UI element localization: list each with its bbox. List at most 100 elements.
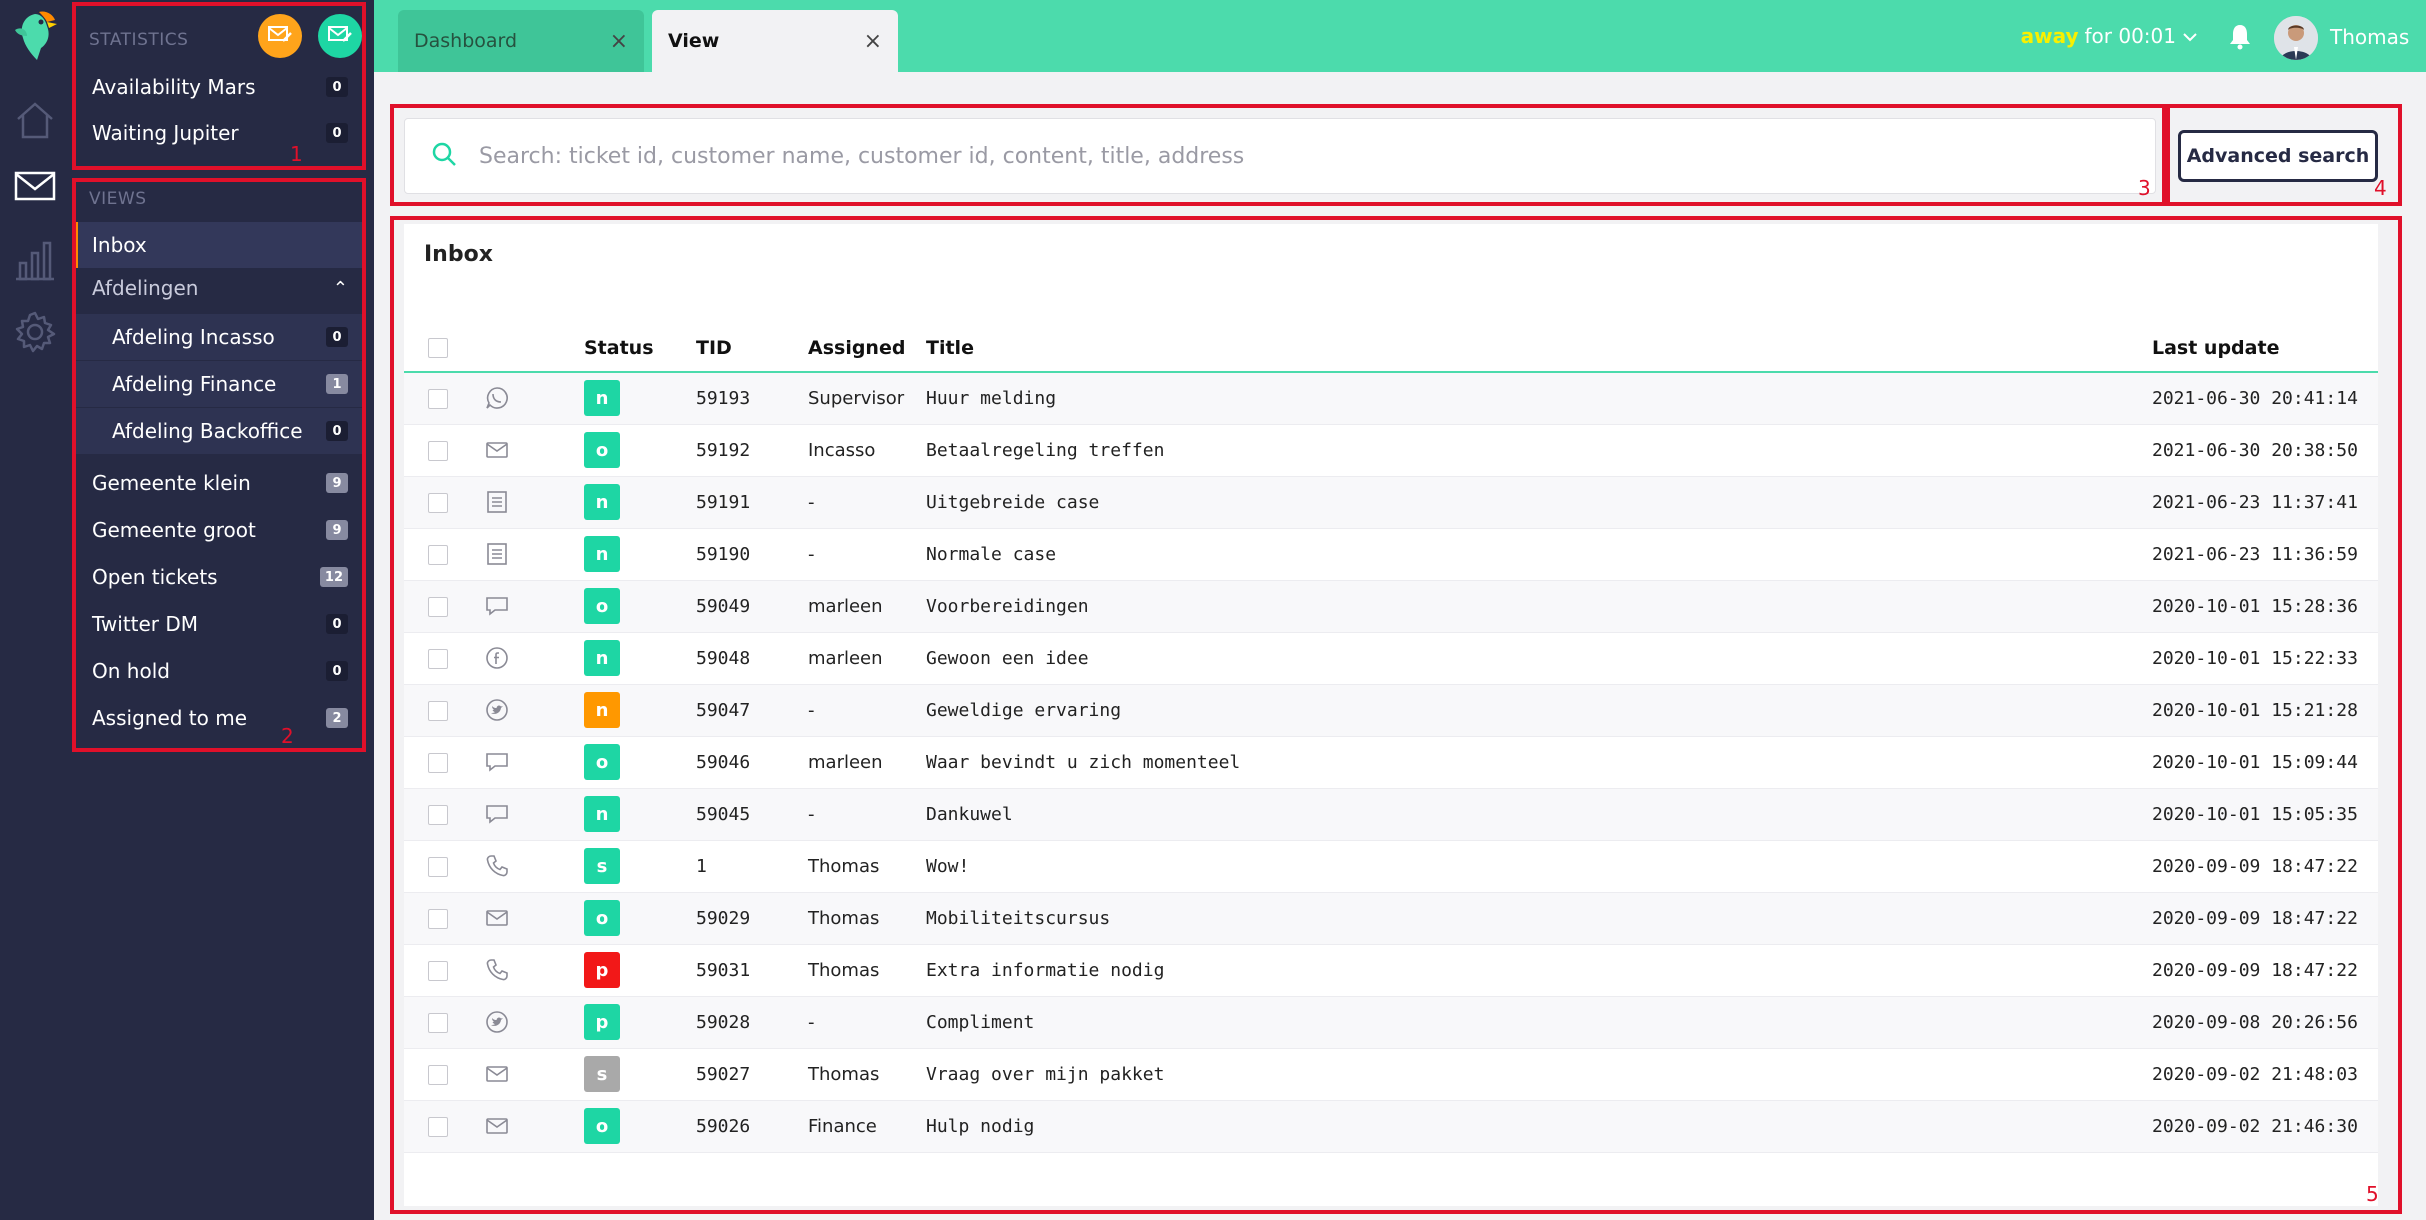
tab-dashboard[interactable]: Dashboard × (398, 10, 644, 72)
assigned-column-header[interactable]: Assigned (808, 324, 926, 373)
facebook-icon (474, 645, 584, 671)
sidebar-item-gemeente-klein[interactable]: Gemeente klein 9 (72, 460, 362, 506)
sidebar-item-gemeente-groot[interactable]: Gemeente groot 9 (72, 507, 362, 553)
sidebar-item-label: Waiting Jupiter (92, 121, 239, 145)
sidebar-item-afdeling-backoffice[interactable]: Afdeling Backoffice 0 (72, 408, 362, 454)
count-badge: 0 (326, 421, 348, 441)
table-row[interactable]: s 59027 Thomas Vraag over mijn pakket 2020-0… (404, 1048, 2378, 1101)
row-checkbox[interactable] (428, 1012, 448, 1033)
row-checkbox[interactable] (428, 700, 448, 721)
tid-column-header[interactable]: TID (696, 324, 808, 373)
sidebar-item-waiting-jupiter[interactable]: Waiting Jupiter 0 (72, 110, 362, 156)
table-row[interactable]: o 59192 Incasso Betaalregeling treffen 2021-… (404, 424, 2378, 477)
avatar[interactable] (2274, 16, 2318, 60)
tab-view[interactable]: View × (652, 10, 898, 72)
ticket-id: 59191 (696, 476, 808, 529)
ticket-title[interactable]: Geweldige ervaring (926, 684, 2152, 737)
ticket-title[interactable]: Huur melding (926, 372, 2152, 425)
table-row[interactable]: p 59028- Compliment 2020-09-08 20:26:56 (404, 996, 2378, 1049)
close-icon[interactable]: × (610, 29, 628, 54)
new-ticket-button[interactable] (318, 14, 362, 58)
envelope-edit-icon (327, 21, 353, 51)
advanced-search-button[interactable]: Advanced search (2178, 130, 2378, 182)
table-row[interactable]: n 59193 Supervisor Huur melding 2021-06-30 2… (404, 372, 2378, 425)
statistics-compose-button[interactable] (258, 14, 302, 58)
table-row[interactable]: o 59049 marleen Voorbereidingen 2020-10-01 1… (404, 580, 2378, 633)
row-checkbox[interactable] (428, 960, 448, 981)
row-checkbox[interactable] (428, 440, 448, 461)
ticket-title[interactable]: Waar bevindt u zich momenteel (926, 736, 2152, 789)
ticket-title[interactable]: Hulp nodig (926, 1100, 2152, 1153)
ticket-title[interactable]: Voorbereidingen (926, 580, 2152, 633)
page-title: Inbox (424, 242, 493, 267)
row-checkbox[interactable] (428, 648, 448, 669)
ticket-title[interactable]: Dankuwel (926, 788, 2152, 841)
table-row[interactable]: n 59048 marleen Gewoon een idee 2020-10-01 1… (404, 632, 2378, 685)
ticket-title[interactable]: Uitgebreide case (926, 476, 2152, 529)
mail-icon[interactable] (11, 162, 59, 210)
search-input[interactable] (479, 143, 2129, 169)
table-row[interactable]: n 59191- Uitgebreide case 2021-06-23 11:37:… (404, 476, 2378, 529)
status-column-header[interactable]: Status (584, 324, 696, 373)
status-badge: s (584, 848, 620, 884)
sidebar-item-inbox[interactable]: Inbox (72, 222, 362, 268)
sidebar-item-on-hold[interactable]: On hold 0 (72, 648, 362, 694)
table-row[interactable]: n 59047- Geweldige ervaring 2020-10-01 15:2… (404, 684, 2378, 737)
row-checkbox[interactable] (428, 388, 448, 409)
user-name[interactable]: Thomas (2330, 25, 2409, 49)
ticket-title[interactable]: Gewoon een idee (926, 632, 2152, 685)
sidebar-item-label: Assigned to me (92, 706, 248, 730)
close-icon[interactable]: × (864, 29, 882, 54)
table-row[interactable]: s 1 Thomas Wow! 2020-09-09 18:47:22 (404, 840, 2378, 893)
sidebar-item-open-tickets[interactable]: Open tickets 12 (72, 554, 362, 600)
sidebar-item-label: Open tickets (92, 565, 218, 589)
last-update-column-header[interactable]: Last update (2152, 324, 2378, 373)
sidebar-item-assigned-to-me[interactable]: Assigned to me 2 (72, 695, 362, 741)
table-row[interactable]: p 59031 Thomas Extra informatie nodig 2020-0… (404, 944, 2378, 997)
row-checkbox[interactable] (428, 752, 448, 773)
title-column-header[interactable]: Title (926, 324, 2152, 373)
ticket-title[interactable]: Mobiliteitscursus (926, 892, 2152, 945)
ticket-title[interactable]: Wow! (926, 840, 2152, 893)
ticket-id: 1 (696, 840, 808, 893)
ticket-last-update: 2020-10-01 15:05:35 (2152, 788, 2378, 841)
sidebar-item-twitter-dm[interactable]: Twitter DM 0 (72, 601, 362, 647)
sidebar-item-afdeling-incasso[interactable]: Afdeling Incasso 0 (72, 314, 362, 360)
ticket-title[interactable]: Normale case (926, 528, 2152, 581)
email-icon (474, 905, 584, 931)
status-badge: o (584, 900, 620, 936)
statistics-icon[interactable] (11, 236, 59, 284)
row-checkbox[interactable] (428, 1116, 448, 1137)
sidebar-group-afdelingen[interactable]: Afdelingen ⌃ (72, 265, 362, 311)
home-icon[interactable] (11, 96, 59, 144)
ticket-title[interactable]: Vraag over mijn pakket (926, 1048, 2152, 1101)
ticket-id: 59046 (696, 736, 808, 789)
row-checkbox[interactable] (428, 1064, 448, 1085)
whatsapp-icon (474, 385, 584, 411)
select-all-checkbox[interactable] (428, 338, 448, 358)
sidebar-item-afdeling-finance[interactable]: Afdeling Finance 1 (72, 361, 362, 407)
table-row[interactable]: n 59190- Normale case 2021-06-23 11:36:59 (404, 528, 2378, 581)
row-checkbox[interactable] (428, 856, 448, 877)
views-header: VIEWS (89, 189, 147, 209)
ticket-title[interactable]: Compliment (926, 996, 2152, 1049)
agent-status-dropdown[interactable]: away for 00:01 (2021, 24, 2198, 48)
settings-icon[interactable] (11, 308, 59, 356)
row-checkbox[interactable] (428, 492, 448, 513)
ticket-title[interactable]: Betaalregeling treffen (926, 424, 2152, 477)
row-checkbox[interactable] (428, 804, 448, 825)
table-row[interactable]: n 59045- Dankuwel 2020-10-01 15:05:35 (404, 788, 2378, 841)
status-badge: n (584, 640, 620, 676)
sidebar-item-availability-mars[interactable]: Availability Mars 0 (72, 64, 362, 110)
parrot-logo-icon[interactable] (11, 10, 61, 64)
ticket-title[interactable]: Extra informatie nodig (926, 944, 2152, 997)
row-checkbox[interactable] (428, 544, 448, 565)
bell-icon[interactable] (2226, 22, 2254, 50)
ticket-assigned: Thomas (808, 1048, 926, 1101)
ticket-assigned: Supervisor (808, 372, 926, 425)
table-row[interactable]: o 59026 Finance Hulp nodig 2020-09-02 21:46:… (404, 1100, 2378, 1153)
table-row[interactable]: o 59046 marleen Waar bevindt u zich momente… (404, 736, 2378, 789)
row-checkbox[interactable] (428, 596, 448, 617)
row-checkbox[interactable] (428, 908, 448, 929)
table-row[interactable]: o 59029 Thomas Mobiliteitscursus 2020-09-09 … (404, 892, 2378, 945)
